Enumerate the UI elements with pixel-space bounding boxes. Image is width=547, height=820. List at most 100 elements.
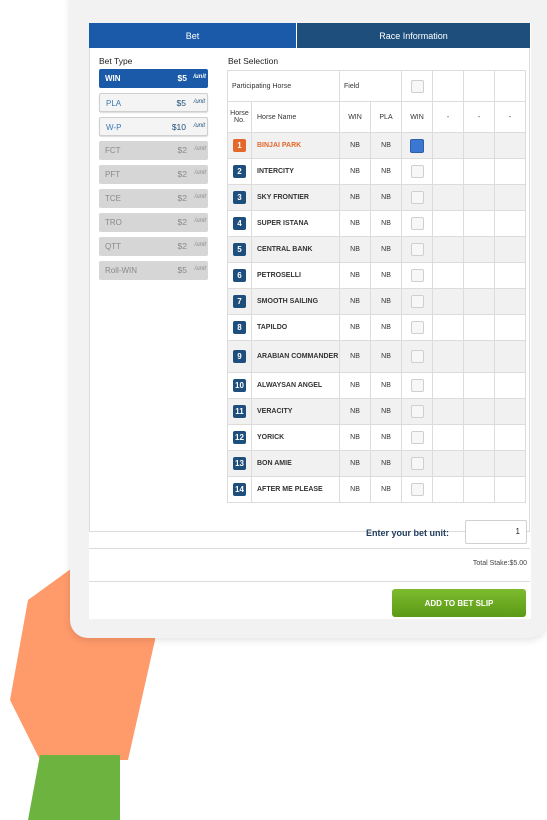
bet-type-tro-button[interactable]: TRO $2/unit [99, 213, 208, 232]
field-checkbox-cell [401, 70, 434, 102]
horse-number-badge: 6 [233, 269, 246, 282]
win-select-cell [401, 314, 434, 341]
horse-name: SMOOTH SAILING [250, 288, 341, 315]
field-label: Field [339, 70, 403, 102]
horse-no-cell: 12 [227, 424, 252, 451]
table-row: 2 INTERCITY NB NB [227, 158, 527, 185]
bet-type-tce-button[interactable]: TCE $2/unit [99, 189, 208, 208]
win-checkbox[interactable] [410, 243, 424, 256]
add-to-bet-slip-button[interactable]: ADD TO BET SLIP [392, 589, 526, 617]
win-select-cell [401, 372, 434, 399]
horse-number-badge: 10 [233, 379, 246, 392]
horse-name: SUPER ISTANA [250, 210, 341, 237]
win-checkbox[interactable] [410, 217, 424, 230]
divider [89, 581, 530, 582]
win-select-cell [401, 158, 434, 185]
win-odds: NB [339, 132, 372, 159]
win-checkbox[interactable] [410, 295, 424, 308]
win-checkbox[interactable] [410, 483, 424, 496]
win-select-cell [401, 262, 434, 289]
pla-odds: NB [370, 262, 403, 289]
pla-odds: NB [370, 372, 403, 399]
bet-type-price: $2 [177, 217, 187, 227]
bet-type-price: $10 [171, 122, 186, 132]
win-checkbox[interactable] [410, 379, 424, 392]
win-select-cell [401, 424, 434, 451]
bet-type-name: FCT [105, 146, 121, 155]
win-odds: NB [339, 210, 372, 237]
col-dash-2: - [463, 101, 496, 133]
win-checkbox[interactable] [410, 431, 424, 444]
win-select-cell [401, 210, 434, 237]
horse-no-cell: 3 [227, 184, 252, 211]
col-dash-3: - [494, 101, 527, 133]
win-select-cell [401, 476, 434, 503]
table-row: 10 ALWAYSAN ANGEL NB NB [227, 372, 527, 399]
tab-bet[interactable]: Bet [89, 23, 297, 48]
win-odds: NB [339, 450, 372, 477]
bet-type-unit: /unit [194, 170, 206, 176]
win-checkbox[interactable] [410, 350, 424, 363]
pla-odds: NB [370, 132, 403, 159]
bet-type-qtt-button[interactable]: QTT $2/unit [99, 237, 208, 256]
win-checkbox[interactable] [410, 457, 424, 470]
col-win: WIN [339, 101, 372, 133]
bet-type-name: Roll-WIN [105, 266, 137, 275]
pla-odds: NB [370, 340, 403, 373]
bet-type-unit: /unit [193, 74, 206, 80]
table-row: 8 TAPILDO NB NB [227, 314, 527, 341]
horse-no-cell: 14 [227, 476, 252, 503]
table-row: 7 SMOOTH SAILING NB NB [227, 288, 527, 315]
win-odds: NB [339, 262, 372, 289]
win-checkbox[interactable] [410, 138, 425, 153]
bet-type-unit: /unit [194, 242, 206, 248]
bet-type-price: $5 [177, 265, 187, 275]
bet-type-unit: /unit [193, 123, 205, 129]
bet-unit-label: Enter your bet unit: [366, 528, 449, 538]
bet-type-unit: /unit [194, 194, 206, 200]
tab-race-information[interactable]: Race Information [297, 23, 530, 48]
bet-type-pft-button[interactable]: PFT $2/unit [99, 165, 208, 184]
horse-number-badge: 8 [233, 321, 246, 334]
win-checkbox[interactable] [410, 269, 424, 282]
win-checkbox[interactable] [410, 405, 424, 418]
table-row: 3 SKY FRONTIER NB NB [227, 184, 527, 211]
bet-type-name: PLA [106, 99, 122, 108]
win-odds: NB [339, 184, 372, 211]
bet-type-title: Bet Type [99, 56, 133, 66]
horse-no-cell: 2 [227, 158, 252, 185]
win-checkbox[interactable] [410, 191, 424, 204]
table-row: 5 CENTRAL BANK NB NB [227, 236, 527, 263]
table-row: 1 BINJAI PARK NB NB [227, 132, 527, 159]
bet-unit-input[interactable]: 1 [465, 520, 527, 544]
bet-type-fct-button[interactable]: FCT $2/unit [99, 141, 208, 160]
bet-screen: Bet Race Information Bet Type Bet Select… [89, 23, 531, 619]
win-checkbox[interactable] [410, 321, 424, 334]
win-odds: NB [339, 236, 372, 263]
win-odds: NB [339, 314, 372, 341]
table-row: 4 SUPER ISTANA NB NB [227, 210, 527, 237]
bet-type-unit: /unit [193, 99, 205, 105]
horse-name: BINJAI PARK [250, 132, 341, 159]
bet-type-pla-button[interactable]: PLA $5/unit [99, 93, 208, 112]
pla-odds: NB [370, 184, 403, 211]
bet-type-name: TCE [105, 194, 121, 203]
table-row: 9 ARABIAN COMMANDER NB NB [227, 340, 527, 373]
pla-odds: NB [370, 424, 403, 451]
horse-number-badge: 7 [233, 295, 246, 308]
bet-type-w-p-button[interactable]: W-P $10/unit [99, 117, 208, 136]
horse-no-cell: 7 [227, 288, 252, 315]
field-checkbox[interactable] [410, 79, 424, 93]
total-stake: Total Stake:$5.00 [472, 560, 527, 567]
win-odds: NB [339, 424, 372, 451]
horse-no-cell: 9 [227, 340, 252, 373]
win-select-cell [401, 132, 434, 159]
col-pla: PLA [370, 101, 403, 133]
win-checkbox[interactable] [410, 165, 424, 178]
bet-type-win-button[interactable]: WIN $5/unit [99, 69, 208, 88]
bet-type-unit: /unit [194, 266, 206, 272]
bet-type-roll-win-button[interactable]: Roll-WIN $5/unit [99, 261, 208, 280]
win-select-cell [401, 398, 434, 425]
horse-no-cell: 5 [227, 236, 252, 263]
horse-number-badge: 12 [233, 431, 246, 444]
